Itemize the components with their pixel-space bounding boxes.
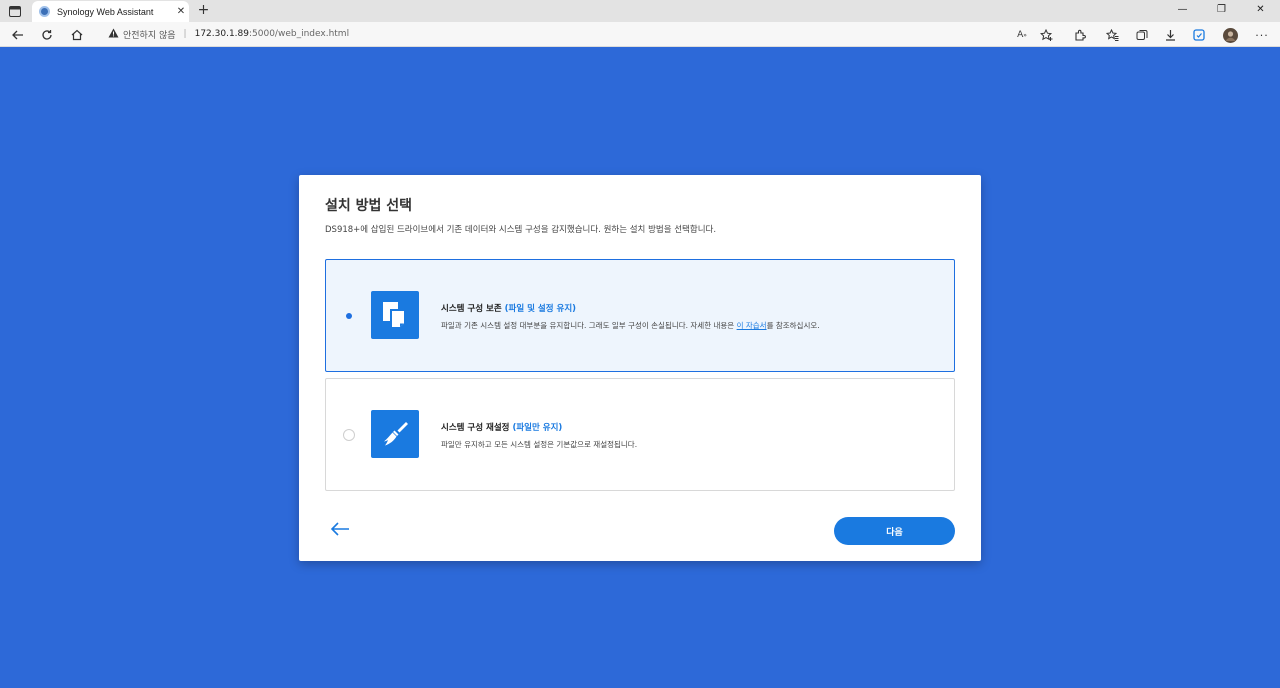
option-preserve-desc-suffix: 를 참조하십시오. bbox=[766, 321, 820, 330]
option-preserve-title: 시스템 구성 보존 bbox=[441, 304, 502, 314]
browser-essentials-icon[interactable] bbox=[1190, 26, 1208, 44]
option-reset-tag: (파일만 유지) bbox=[512, 423, 563, 433]
more-menu-icon[interactable]: ··· bbox=[1253, 26, 1271, 44]
downloads-icon[interactable] bbox=[1161, 26, 1179, 44]
tab-title: Synology Web Assistant bbox=[57, 6, 154, 17]
back-arrow-icon[interactable] bbox=[329, 520, 351, 538]
collections-icon[interactable] bbox=[1133, 26, 1151, 44]
option-reset-heading: 시스템 구성 재설정 (파일만 유지) bbox=[441, 421, 562, 433]
next-button[interactable]: 다음 bbox=[834, 517, 955, 545]
minimize-button[interactable]: — bbox=[1163, 0, 1202, 20]
profile-avatar[interactable] bbox=[1221, 26, 1239, 44]
tab-close-icon[interactable]: ✕ bbox=[173, 6, 189, 17]
option-preserve-config[interactable]: 시스템 구성 보존 (파일 및 설정 유지) 파일과 기존 시스템 설정 대부분… bbox=[325, 259, 955, 372]
option-preserve-desc-text: 파일과 기존 시스템 설정 대부분을 유지합니다. 그래도 일부 구성이 손실됩… bbox=[441, 321, 737, 330]
refresh-icon[interactable] bbox=[38, 26, 56, 44]
restore-button[interactable]: ❐ bbox=[1202, 0, 1241, 20]
extensions-icon[interactable] bbox=[1071, 26, 1089, 44]
copy-files-icon bbox=[371, 291, 419, 339]
browser-toolbar: 안전하지 않음 | 172.30.1.89:5000/web_index.htm… bbox=[0, 22, 1280, 47]
new-tab-button[interactable]: + bbox=[195, 2, 212, 19]
warning-icon[interactable] bbox=[108, 28, 119, 41]
option-preserve-heading: 시스템 구성 보존 (파일 및 설정 유지) bbox=[441, 302, 576, 314]
back-arrow-icon[interactable] bbox=[9, 26, 27, 44]
url-path: :5000/web_index.html bbox=[249, 29, 350, 39]
dialog-title: 설치 방법 선택 bbox=[325, 198, 413, 214]
tab-actions-icon[interactable] bbox=[6, 3, 24, 19]
browser-tab-bar: Synology Web Assistant ✕ + — ❐ ✕ bbox=[0, 0, 1280, 22]
address-bar[interactable]: 안전하지 않음 | 172.30.1.89:5000/web_index.htm… bbox=[100, 24, 1060, 44]
radio-preserve-config[interactable] bbox=[343, 310, 355, 322]
read-aloud-icon[interactable]: A» bbox=[1013, 26, 1031, 44]
option-preserve-tag: (파일 및 설정 유지) bbox=[504, 304, 577, 314]
option-reset-description: 파일만 유지하고 모든 시스템 설정은 기본값으로 재설정됩니다. bbox=[441, 440, 638, 449]
favorites-icon[interactable] bbox=[1103, 26, 1121, 44]
home-icon[interactable] bbox=[68, 26, 86, 44]
browser-tab[interactable]: Synology Web Assistant ✕ bbox=[32, 1, 189, 22]
window-controls: — ❐ ✕ bbox=[1163, 0, 1280, 20]
close-window-button[interactable]: ✕ bbox=[1241, 0, 1280, 20]
broom-icon bbox=[371, 410, 419, 458]
dialog-description: DS918+에 삽입된 드라이브에서 기존 데이터와 시스템 구성을 감지했습니… bbox=[325, 225, 717, 235]
synology-favicon-icon bbox=[39, 6, 50, 17]
url-host: 172.30.1.89 bbox=[194, 29, 249, 39]
add-favorite-icon[interactable] bbox=[1037, 26, 1055, 44]
option-reset-config[interactable]: 시스템 구성 재설정 (파일만 유지) 파일만 유지하고 모든 시스템 설정은 … bbox=[325, 378, 955, 491]
security-label: 안전하지 않음 bbox=[123, 30, 176, 41]
address-separator: | bbox=[183, 29, 187, 39]
option-reset-title: 시스템 구성 재설정 bbox=[441, 423, 510, 433]
option-preserve-description: 파일과 기존 시스템 설정 대부분을 유지합니다. 그래도 일부 구성이 손실됩… bbox=[441, 320, 820, 331]
install-method-dialog: 설치 방법 선택 DS918+에 삽입된 드라이브에서 기존 데이터와 시스템 … bbox=[299, 175, 981, 561]
radio-reset-config[interactable] bbox=[343, 429, 355, 441]
tutorial-link[interactable]: 이 자습서 bbox=[737, 321, 767, 330]
